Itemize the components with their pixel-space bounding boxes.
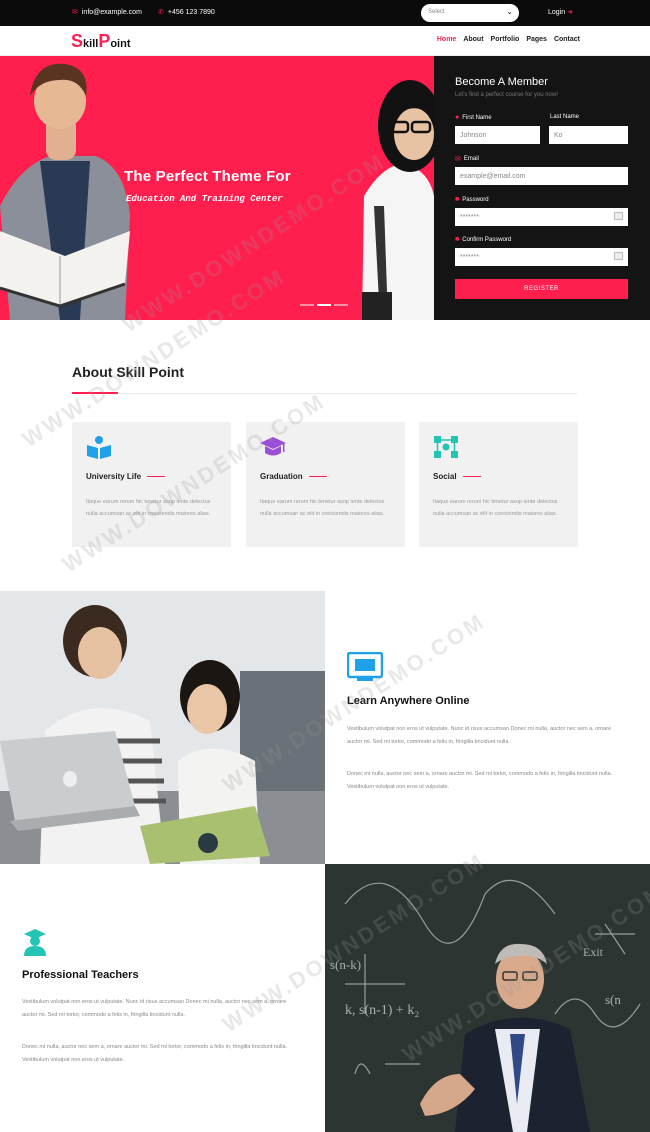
last-name-label: Last Name bbox=[550, 114, 579, 120]
first-name-input[interactable]: Johnson bbox=[455, 126, 540, 144]
teachers-title: Professional Teachers bbox=[22, 969, 139, 981]
password-value: ******* bbox=[460, 214, 480, 221]
students-laptop-image bbox=[0, 591, 325, 864]
keyboard-icon bbox=[614, 252, 623, 260]
feature-card-graduation: Graduation Itaque earum rerum hic tenetu… bbox=[246, 422, 405, 547]
nav-pages[interactable]: Pages bbox=[526, 36, 547, 43]
student-girl-image bbox=[362, 80, 434, 320]
top-bar: ✉ info@example.com ✆ +456 123 7890 Selec… bbox=[0, 0, 650, 26]
card-title: Social bbox=[433, 472, 481, 481]
card-text: Itaque earum rerum hic tenetur asop ient… bbox=[86, 499, 211, 517]
svg-text:s(n-k): s(n-k) bbox=[330, 957, 361, 972]
membership-form: Become A Member Let's find a perfect cou… bbox=[434, 56, 650, 320]
card-title-text: Social bbox=[433, 472, 457, 481]
confirm-password-value: ******* bbox=[460, 254, 480, 261]
email-input[interactable]: example@email.com bbox=[455, 167, 628, 185]
feature-card-university: University Life Itaque earum rerum hic t… bbox=[72, 422, 231, 547]
email-label: ✉ Email bbox=[455, 155, 479, 163]
logo-letter-s: S bbox=[71, 31, 84, 51]
password-label-text: Password bbox=[462, 196, 489, 203]
hero-slider: The Perfect Theme For Education And Trai… bbox=[0, 56, 434, 320]
mail-icon: ✉ bbox=[72, 9, 78, 16]
nav-about[interactable]: About bbox=[463, 36, 483, 43]
book-reader-icon bbox=[87, 436, 111, 459]
teacher-chalkboard-image: s(n-k) k, s(n-1) + k₂ Exit s(n bbox=[325, 864, 650, 1132]
about-divider bbox=[72, 392, 578, 394]
learn-title: Learn Anywhere Online bbox=[347, 695, 470, 707]
students-illustration bbox=[0, 591, 325, 864]
keyboard-icon bbox=[614, 212, 623, 220]
card-title: University Life bbox=[86, 472, 166, 481]
phone-contact[interactable]: ✆ +456 123 7890 bbox=[158, 8, 215, 17]
register-button[interactable]: REGISTER bbox=[455, 279, 628, 299]
user-icon: ● bbox=[455, 114, 460, 121]
password-label: ■ Password bbox=[455, 196, 489, 203]
learn-paragraph-1: Vestibulum volutpat non eros ut vulputat… bbox=[347, 726, 612, 745]
last-name-input[interactable]: Ko bbox=[549, 126, 628, 144]
monitor-icon bbox=[347, 652, 383, 681]
envelope-icon: ✉ bbox=[455, 156, 461, 163]
phone-text: +456 123 7890 bbox=[167, 8, 215, 16]
feature-card-social: Social Itaque earum rerum hic tenetur as… bbox=[419, 422, 578, 547]
network-icon bbox=[434, 436, 458, 458]
login-arrow-icon: ➜ bbox=[567, 9, 574, 16]
card-text: Itaque earum rerum hic tenetur asop ient… bbox=[260, 499, 385, 517]
logo-letter-p: P bbox=[98, 31, 111, 51]
login-label: Login bbox=[548, 9, 566, 16]
select-label: Select bbox=[428, 9, 445, 15]
teachers-paragraph-2: Donec mi nulla, auctor nec sem a, ornare… bbox=[22, 1044, 288, 1063]
slider-dot-active[interactable] bbox=[317, 304, 331, 306]
teachers-paragraph-1: Vestibulum volutpat non eros ut vulputat… bbox=[22, 999, 287, 1018]
confirm-password-label: ■ Confirm Password bbox=[455, 236, 511, 243]
slider-dot[interactable] bbox=[300, 304, 314, 306]
student-reading-image bbox=[0, 63, 130, 320]
card-text: Itaque earum rerum hic tenetur asop ient… bbox=[433, 499, 558, 517]
learn-paragraph-2: Donec mi nulla, auctor nec sem a, ornare… bbox=[347, 771, 613, 790]
svg-text:k, s(n-1) + k₂: k, s(n-1) + k₂ bbox=[345, 1003, 419, 1018]
about-title: About Skill Point bbox=[72, 364, 184, 380]
login-link[interactable]: Login ➜ bbox=[548, 8, 573, 16]
hero-title: The Perfect Theme For bbox=[124, 168, 291, 185]
nav-portfolio[interactable]: Portfolio bbox=[491, 36, 520, 43]
teacher-illustration: s(n-k) k, s(n-1) + k₂ Exit s(n bbox=[325, 864, 650, 1132]
email-label-text: Email bbox=[463, 156, 479, 162]
form-title: Become A Member bbox=[455, 76, 548, 88]
slider-dots bbox=[300, 304, 348, 306]
lock-icon: ■ bbox=[455, 236, 460, 243]
password-input[interactable]: ******* bbox=[455, 208, 628, 226]
main-nav: Home About Portfolio Pages Contact bbox=[437, 36, 580, 43]
email-text: info@example.com bbox=[81, 8, 142, 16]
svg-text:s(n: s(n bbox=[605, 992, 621, 1007]
first-name-label: ● First Name bbox=[455, 114, 492, 121]
nav-home[interactable]: Home bbox=[437, 36, 456, 43]
first-name-label-text: First Name bbox=[462, 114, 492, 121]
teacher-icon bbox=[24, 929, 46, 956]
email-contact[interactable]: ✉ info@example.com bbox=[72, 8, 142, 17]
logo-part-1: kill bbox=[83, 38, 99, 50]
logo[interactable]: SkillPoint bbox=[71, 31, 131, 52]
chevron-down-icon: ⌄ bbox=[506, 7, 513, 16]
confirm-password-input[interactable]: ******* bbox=[455, 248, 628, 266]
card-title-text: Graduation bbox=[260, 472, 303, 481]
last-name-label-text: Last Name bbox=[550, 114, 580, 120]
hero-subtitle: Education And Training Center bbox=[126, 194, 283, 204]
slider-dot[interactable] bbox=[334, 304, 348, 306]
card-title: Graduation bbox=[260, 472, 327, 481]
phone-icon: ✆ bbox=[158, 9, 164, 16]
confirm-label-text: Confirm Password bbox=[462, 236, 512, 243]
language-select[interactable]: Select ⌄ bbox=[421, 4, 519, 22]
svg-text:Exit: Exit bbox=[583, 945, 604, 959]
card-title-text: University Life bbox=[86, 472, 142, 481]
nav-contact[interactable]: Contact bbox=[554, 36, 580, 43]
lock-icon: ■ bbox=[455, 196, 460, 203]
navbar: SkillPoint Home About Portfolio Pages Co… bbox=[0, 26, 650, 56]
graduation-cap-icon bbox=[260, 437, 286, 456]
logo-part-2: oint bbox=[110, 38, 131, 50]
form-hint: Let's find a perfect course for you now! bbox=[455, 92, 558, 98]
